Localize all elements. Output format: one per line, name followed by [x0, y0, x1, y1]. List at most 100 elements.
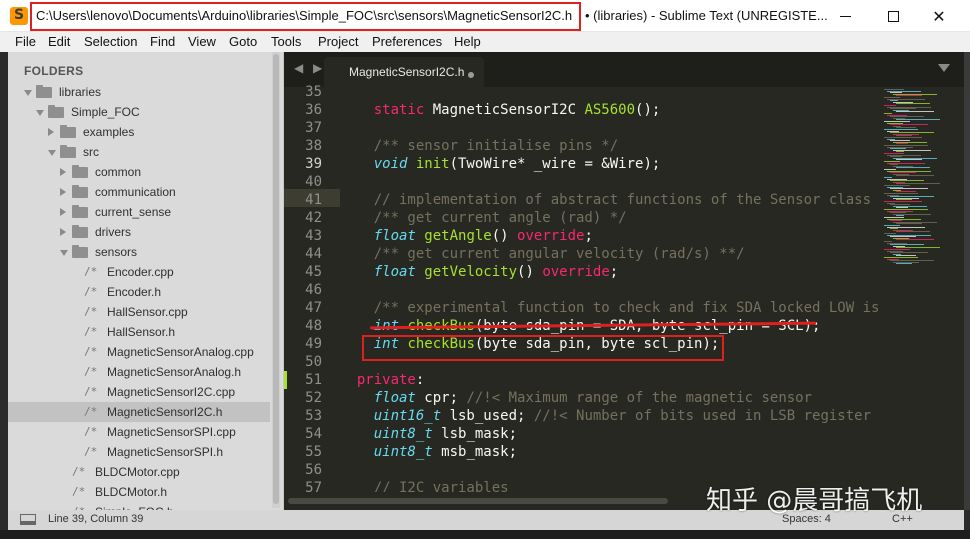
menu-goto[interactable]: Goto [229, 34, 257, 49]
folder-icon [72, 225, 88, 238]
folder-item[interactable]: Simple_FOC [8, 102, 270, 122]
file-icon: /* [84, 265, 98, 278]
code-area[interactable]: static MagneticSensorI2C AS5600(); /** s… [340, 87, 880, 492]
disclosure-closed-icon[interactable] [60, 208, 66, 216]
folder-item[interactable]: communication [8, 182, 270, 202]
minimap-line [896, 103, 930, 105]
menu-tools[interactable]: Tools [271, 34, 301, 49]
menu-edit[interactable]: Edit [48, 34, 70, 49]
code-line: /** sensor initialise pins */ [340, 138, 619, 154]
code-line: uint8_t lsb_mask; [340, 426, 518, 442]
file-item[interactable]: /* HallSensor.h [8, 322, 270, 342]
menu-view[interactable]: View [188, 34, 216, 49]
folder-item[interactable]: examples [8, 122, 270, 142]
unsaved-dot-icon[interactable] [468, 72, 474, 78]
code-line: float getVelocity() override; [340, 264, 619, 280]
folder-icon [72, 185, 88, 198]
menu-help[interactable]: Help [454, 34, 481, 49]
tree-item-label: MagneticSensorAnalog.cpp [107, 345, 254, 359]
file-item[interactable]: /* Encoder.cpp [8, 262, 270, 282]
panel-toggle-icon[interactable] [20, 514, 36, 525]
file-icon: /* [84, 345, 98, 358]
folder-item[interactable]: src [8, 142, 270, 162]
tab-label: MagneticSensorI2C.h [349, 65, 465, 79]
disclosure-open-icon[interactable] [24, 90, 32, 96]
horizontal-scroll-thumb[interactable] [288, 498, 668, 504]
file-item[interactable]: /* HallSensor.cpp [8, 302, 270, 322]
file-item[interactable]: /* MagneticSensorSPI.cpp [8, 422, 270, 442]
folder-icon [60, 125, 76, 138]
tree-item-label: BLDCMotor.h [95, 485, 168, 499]
line-number: 57 [305, 480, 322, 496]
disclosure-closed-icon[interactable] [60, 168, 66, 176]
file-item[interactable]: /* BLDCMotor.h [8, 482, 270, 502]
folder-item[interactable]: libraries [8, 82, 270, 102]
tree-item-label: Simple_FOC [71, 105, 140, 119]
minimap[interactable] [884, 87, 956, 492]
line-number: 54 [305, 426, 322, 442]
menu-project[interactable]: Project [318, 34, 358, 49]
tree-item-label: examples [83, 125, 135, 139]
tree-item-label: common [95, 165, 142, 179]
file-item[interactable]: /* MagneticSensorAnalog.cpp [8, 342, 270, 362]
line-number: 38 [305, 138, 322, 154]
disclosure-closed-icon[interactable] [60, 188, 66, 196]
file-item[interactable]: /* Encoder.h [8, 282, 270, 302]
file-icon: /* [72, 485, 86, 498]
menu-selection[interactable]: Selection [84, 34, 137, 49]
menu-find[interactable]: Find [150, 34, 175, 49]
line-number: 36 [305, 102, 322, 118]
disclosure-closed-icon[interactable] [48, 128, 54, 136]
menu-file[interactable]: File [15, 34, 36, 49]
sidebar-scrollbar[interactable] [272, 52, 280, 508]
tab-nav-arrows[interactable]: ◀ ▶ [294, 61, 325, 75]
line-49-annotation-box [362, 335, 724, 361]
file-item[interactable]: /* BLDCMotor.cpp [8, 462, 270, 482]
file-item[interactable]: /* MagneticSensorI2C.cpp [8, 382, 270, 402]
sidebar: FOLDERS libraries Simple_FOC examples src co… [8, 52, 284, 510]
code-line: static MagneticSensorI2C AS5600(); [340, 102, 661, 118]
code-line: uint8_t msb_mask; [340, 444, 518, 460]
code-line: uint16_t lsb_used; //!< Number of bits u… [340, 408, 872, 424]
file-icon: /* [72, 465, 86, 478]
file-item[interactable]: /* MagneticSensorSPI.h [8, 442, 270, 462]
file-item[interactable]: /* MagneticSensorI2C.h [8, 402, 270, 422]
tree-item-label: libraries [59, 85, 102, 99]
code-line: // I2C variables [340, 480, 509, 492]
tree-item-label: communication [95, 185, 176, 199]
disclosure-open-icon[interactable] [36, 110, 44, 116]
editor-pane: ◀ ▶ MagneticSensorI2C.h 35 36 37 38 39 40 41 42… [284, 52, 964, 510]
sidebar-scroll-thumb[interactable] [273, 54, 279, 504]
disclosure-open-icon[interactable] [60, 250, 68, 256]
code-line: float cpr; //!< Maximum range of the mag… [340, 390, 813, 406]
line-number: 56 [305, 462, 322, 478]
tree-item-label: MagneticSensorSPI.h [107, 445, 224, 459]
chevron-down-icon[interactable] [938, 64, 950, 72]
line-number: 47 [305, 300, 322, 316]
window-title-path: C:\Users\lenovo\Documents\Arduino\librar… [36, 8, 573, 23]
folder-item[interactable]: drivers [8, 222, 270, 242]
minimize-icon [839, 15, 851, 17]
minimize-button[interactable] [822, 0, 868, 32]
file-item[interactable]: /*Simple_FOC.h [8, 502, 270, 510]
folder-icon [72, 245, 88, 258]
line-number: 49 [305, 336, 322, 352]
folder-item[interactable]: common [8, 162, 270, 182]
minimap-line [896, 175, 934, 177]
menu-preferences[interactable]: Preferences [372, 34, 442, 49]
file-item[interactable]: /* MagneticSensorAnalog.h [8, 362, 270, 382]
minimap-line [896, 111, 934, 113]
code-line: /** get current angle (rad) */ [340, 210, 627, 226]
close-icon: ✕ [932, 6, 946, 26]
close-button[interactable]: ✕ [916, 0, 962, 32]
tree-item-label: HallSensor.cpp [107, 305, 188, 319]
tree-item-label: Encoder.h [107, 285, 162, 299]
disclosure-open-icon[interactable] [48, 150, 56, 156]
maximize-button[interactable] [870, 0, 916, 32]
disclosure-closed-icon[interactable] [60, 228, 66, 236]
line-number: 45 [305, 264, 322, 280]
tab-magneticsensori2c-h[interactable]: MagneticSensorI2C.h [324, 57, 484, 87]
minimap-line [896, 263, 912, 265]
folder-item[interactable]: sensors [8, 242, 270, 262]
folder-item[interactable]: current_sense [8, 202, 270, 222]
